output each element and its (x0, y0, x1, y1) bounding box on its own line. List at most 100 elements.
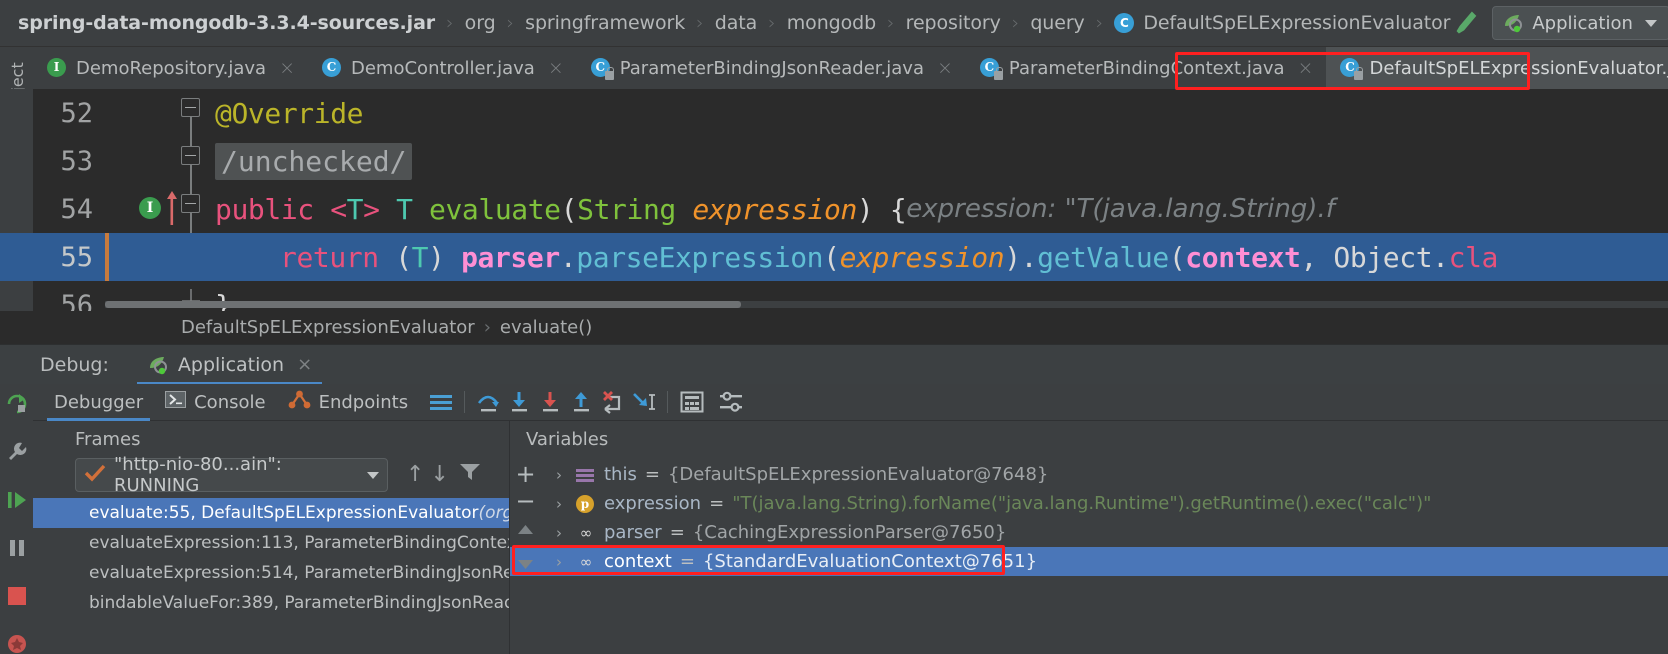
frame-list-item[interactable]: bindableValueFor:389, ParameterBindingJs… (33, 588, 509, 618)
collapsed-comment-fold[interactable]: /unchecked/ (215, 142, 413, 180)
tab-debugger[interactable]: Debugger (43, 384, 154, 421)
editor-tab-2[interactable]: C ParameterBindingJsonReader.java × (576, 47, 966, 89)
tab-endpoints[interactable]: Endpoints (277, 384, 420, 421)
fold-column[interactable] (167, 89, 215, 137)
hammer-icon[interactable] (1450, 8, 1480, 38)
field-icon (574, 466, 596, 484)
variable-row[interactable]: › ∞ parser = {CachingExpressionParser@7650… (510, 518, 1668, 547)
breadcrumb-item-pkg[interactable]: data (715, 12, 758, 34)
fold-collapse-icon[interactable] (181, 194, 200, 213)
scroll-down-icon[interactable] (517, 556, 534, 575)
fold-column[interactable] (167, 137, 215, 185)
editor-horizontal-scrollbar[interactable] (105, 301, 1668, 308)
frame-list-item[interactable]: evaluateExpression:113, ParameterBinding… (33, 528, 509, 558)
close-icon[interactable]: × (1298, 57, 1314, 79)
run-to-cursor-icon[interactable] (628, 387, 659, 418)
fold-column[interactable] (167, 185, 215, 233)
frames-pane: Frames "http-nio-80...ain": RUNNING ↑ ↓ (33, 421, 509, 654)
close-icon[interactable]: × (548, 57, 564, 79)
chevron-down-icon[interactable] (1644, 19, 1657, 27)
gutter-markers[interactable]: I (105, 185, 177, 233)
expand-chevron-icon[interactable]: › (556, 495, 566, 513)
view-breakpoints-icon[interactable] (5, 632, 29, 654)
breadcrumb-item-jar[interactable]: spring-data-mongodb-3.3.4-sources.jar (18, 12, 435, 34)
frame-up-icon[interactable]: ↑ (406, 462, 424, 487)
gutter-markers[interactable] (105, 89, 167, 137)
variable-row[interactable]: › ∞ context = {StandardEvaluationContext@7… (510, 547, 1668, 576)
breadcrumb-item-pkg[interactable]: mongodb (787, 12, 876, 34)
breadcrumb-separator: › (1095, 12, 1104, 34)
gutter-markers[interactable] (105, 137, 167, 185)
code-content[interactable]: /unchecked/ (215, 142, 1668, 180)
breadcrumb-method[interactable]: evaluate() (500, 317, 592, 338)
variable-row[interactable]: › this = {DefaultSpELExpressionEvaluator@… (510, 460, 1668, 489)
editor-tab-3[interactable]: C ParameterBindingContext.java × (965, 47, 1327, 89)
code-line-52[interactable]: 52 @Override (0, 89, 1668, 137)
wrench-icon[interactable] (5, 440, 29, 468)
layout-settings-icon[interactable] (425, 387, 456, 418)
frames-title: Frames (75, 429, 141, 450)
close-icon[interactable]: × (297, 354, 312, 375)
breadcrumb-label: repository (905, 12, 1001, 34)
tab-console[interactable]: Console (154, 384, 276, 421)
settings-icon[interactable] (715, 387, 746, 418)
fold-column[interactable] (167, 233, 215, 281)
frame-list-item[interactable]: evaluate:55, DefaultSpELExpressionEvalua… (33, 498, 509, 528)
editor-tab-0[interactable]: I DemoRepository.java × (33, 47, 308, 89)
code-line-53[interactable]: 53/unchecked/ (0, 137, 1668, 185)
force-step-into-icon[interactable] (535, 387, 566, 418)
rerun-icon[interactable] (5, 392, 29, 420)
breadcrumb-item-pkg[interactable]: query (1030, 12, 1084, 34)
expand-chevron-icon[interactable]: › (556, 524, 566, 542)
debug-session-tab[interactable]: Application × (136, 345, 323, 385)
breadcrumb-separator: › (446, 12, 454, 34)
chevron-down-icon[interactable] (367, 471, 379, 479)
code-content[interactable]: public <T> T evaluate(String expression)… (215, 193, 1668, 226)
breadcrumb-label: spring-data-mongodb-3.3.4-sources.jar (18, 12, 436, 34)
frame-down-icon[interactable]: ↓ (430, 462, 448, 487)
frame-list[interactable]: evaluate:55, DefaultSpELExpressionEvalua… (33, 498, 509, 618)
fold-collapse-icon[interactable] (181, 146, 200, 165)
expand-chevron-icon[interactable]: › (556, 553, 566, 571)
thread-selector[interactable]: "http-nio-80...ain": RUNNING (75, 454, 388, 496)
stop-icon[interactable] (5, 584, 29, 612)
breadcrumb-class[interactable]: DefaultSpELExpressionEvaluator (181, 317, 475, 338)
filter-icon[interactable] (459, 462, 481, 486)
evaluate-expression-icon[interactable] (676, 387, 707, 418)
breadcrumb-item-pkg[interactable]: org (465, 12, 496, 34)
close-icon[interactable]: × (937, 57, 953, 79)
expand-chevron-icon[interactable]: › (556, 466, 566, 484)
frame-list-item[interactable]: evaluateExpression:514, ParameterBinding… (33, 558, 509, 588)
step-out-icon[interactable] (566, 387, 597, 418)
breadcrumb-item-pkg[interactable]: springframework (525, 12, 685, 34)
frame-nav-buttons: ↑ ↓ (398, 462, 481, 487)
code-line-55[interactable]: 55 return (T) parser.parseExpression(expr… (0, 233, 1668, 281)
implementing-method-icon[interactable]: I (139, 197, 161, 219)
variable-name: this (604, 464, 637, 485)
fold-collapse-icon[interactable] (181, 98, 200, 117)
scroll-up-icon[interactable] (517, 521, 534, 540)
class-badge-icon: C (1114, 13, 1135, 33)
editor-tab-4[interactable]: CDefaultSpELExpressionEvaluator.java× (1326, 47, 1668, 89)
code-content[interactable]: return (T) parser.parseExpression(expres… (215, 241, 1668, 274)
resume-program-icon[interactable] (5, 488, 29, 516)
editor-tab-1[interactable]: C DemoController.java × (308, 47, 577, 89)
run-configuration-selector[interactable]: Application (1492, 6, 1668, 40)
remove-watch-icon[interactable]: − (515, 489, 535, 513)
close-icon[interactable]: × (279, 57, 295, 79)
gutter-markers[interactable] (105, 233, 167, 281)
variable-row[interactable]: › p expression = "T(java.lang.String).forN… (510, 489, 1668, 518)
variable-value: {DefaultSpELExpressionEvaluator@7648} (667, 464, 1049, 485)
drop-frame-icon[interactable] (597, 387, 628, 418)
editor-breadcrumb[interactable]: DefaultSpELExpressionEvaluator › evaluat… (0, 311, 1668, 344)
pause-program-icon[interactable] (5, 536, 29, 564)
code-editor[interactable]: 52 @Override 53/unchecked/54 Ipublic <T> T … (0, 89, 1668, 311)
variables-list[interactable]: › this = {DefaultSpELExpressionEvaluator@… (510, 460, 1668, 576)
breadcrumb-item-pkg[interactable]: repository (906, 12, 1001, 34)
step-over-icon[interactable] (473, 387, 504, 418)
step-into-icon[interactable] (504, 387, 535, 418)
breadcrumb-item-class[interactable]: C DefaultSpELExpressionEvaluator (1114, 12, 1450, 34)
code-content[interactable]: @Override (215, 97, 1668, 130)
add-watch-icon[interactable]: + (515, 462, 535, 486)
code-line-54[interactable]: 54 Ipublic <T> T evaluate(String expressi… (0, 185, 1668, 233)
